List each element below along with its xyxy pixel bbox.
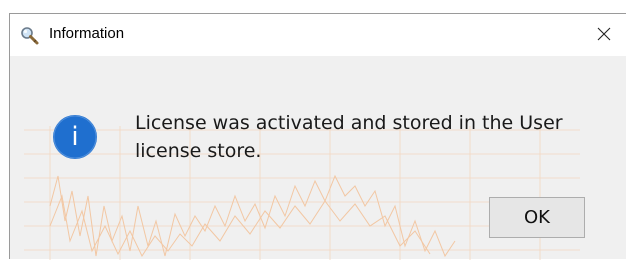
magnifier-key-icon — [20, 26, 40, 46]
ok-button[interactable]: OK — [489, 197, 585, 238]
title-bar[interactable]: Information — [10, 14, 626, 56]
close-button[interactable] — [582, 14, 626, 56]
svg-text:i: i — [71, 122, 78, 152]
close-icon — [597, 26, 611, 45]
information-dialog: Information i License was activated and … — [9, 13, 626, 260]
dialog-message: License was activated and stored in the … — [135, 112, 563, 162]
window-title: Information — [49, 25, 125, 42]
info-icon: i — [52, 114, 98, 160]
